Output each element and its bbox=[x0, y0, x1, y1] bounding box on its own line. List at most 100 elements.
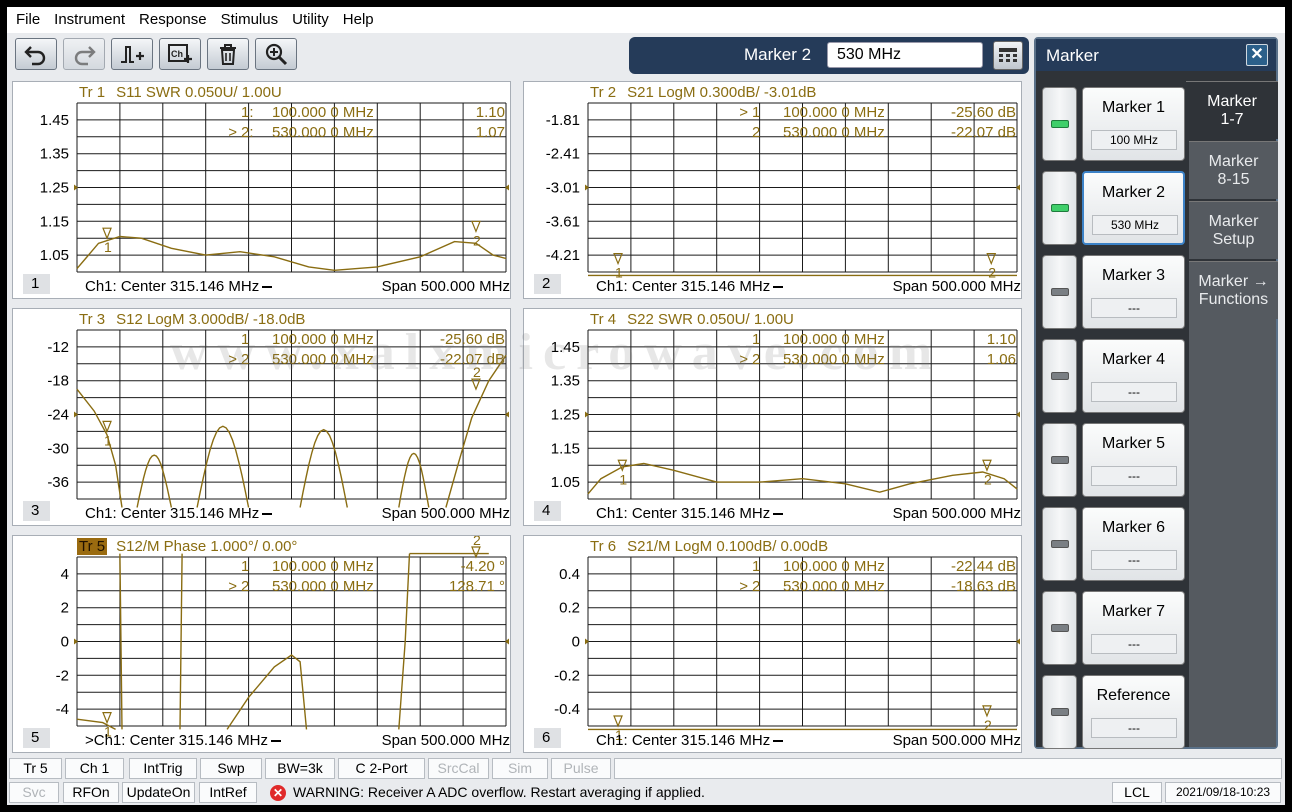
trace-window-6[interactable]: 0.4 0.2 0 -0.2 -0.4 1 2 1 100.000 0 MHz -22.44 dB… bbox=[523, 535, 1022, 753]
trace-plot-5[interactable]: 420-2-4121 100.000 0 MHz -4.20 °> 2 530.000 … bbox=[13, 536, 511, 753]
trace-name[interactable]: Tr 5 bbox=[77, 538, 108, 555]
trace-name[interactable]: Tr 2 bbox=[588, 84, 618, 101]
delete-button[interactable] bbox=[207, 38, 249, 70]
trace-number[interactable]: 5 bbox=[23, 728, 50, 748]
plot-marker-1[interactable]: 1 bbox=[613, 252, 623, 281]
marker-tab-3[interactable]: Marker Setup bbox=[1189, 201, 1278, 259]
status-cell[interactable]: SrcCal bbox=[428, 758, 489, 779]
center-frequency[interactable]: >Ch1: Center 315.146 MHz bbox=[85, 732, 282, 749]
marker-toggle-1[interactable] bbox=[1042, 87, 1077, 161]
menu-file[interactable]: File bbox=[9, 7, 47, 33]
trace-title[interactable]: Tr 3 S12 LogM 3.000dB/ -18.0dB bbox=[77, 311, 305, 328]
keypad-button[interactable] bbox=[993, 41, 1023, 70]
menu-help[interactable]: Help bbox=[336, 7, 381, 33]
trace-name[interactable]: Tr 6 bbox=[588, 538, 618, 555]
center-frequency[interactable]: Ch1: Center 315.146 MHz bbox=[85, 505, 273, 522]
trace-name[interactable]: Tr 1 bbox=[77, 84, 107, 101]
marker-tab-2[interactable]: Marker 8-15 bbox=[1189, 141, 1278, 199]
trace-plot-4[interactable]: 1.45 1.35 1.25 1.15 1.05 1 2 1 100.000 0 MHz 1.10… bbox=[524, 309, 1022, 526]
status-cell[interactable]: IntRef bbox=[199, 782, 257, 803]
marker-button-3[interactable]: Marker 3 --- bbox=[1082, 255, 1185, 329]
trace-plot-3[interactable]: -12 -18 -24 -30 -36 1 2 1 100.000 0 MHz -25.60 dB… bbox=[13, 309, 511, 526]
status-cell[interactable]: Svc bbox=[9, 782, 59, 803]
trace-number[interactable]: 1 bbox=[23, 274, 50, 294]
marker-toggle-5[interactable] bbox=[1042, 423, 1077, 497]
status-cell[interactable]: Swp bbox=[200, 758, 262, 779]
center-frequency[interactable]: Ch1: Center 315.146 MHz bbox=[85, 278, 273, 295]
trace-title[interactable]: Tr 2 S21 LogM 0.300dB/ -3.01dB bbox=[588, 84, 816, 101]
marker-button-7[interactable]: Marker 7 --- bbox=[1082, 591, 1185, 665]
marker-toggle-7[interactable] bbox=[1042, 591, 1077, 665]
status-cell[interactable]: UpdateOn bbox=[122, 782, 195, 803]
menu-utility[interactable]: Utility bbox=[285, 7, 336, 33]
plot-marker-1[interactable]: 1 bbox=[102, 420, 112, 448]
trace-window-4[interactable]: 1.45 1.35 1.25 1.15 1.05 1 2 1 100.000 0 MHz 1.10… bbox=[523, 308, 1022, 526]
zoom-button[interactable] bbox=[255, 38, 297, 70]
span-frequency[interactable]: Span 500.000 MHz bbox=[893, 732, 1021, 749]
marker-button-4[interactable]: Marker 4 --- bbox=[1082, 339, 1185, 413]
trace-name[interactable]: Tr 4 bbox=[588, 311, 618, 328]
status-cell[interactable]: RFOn bbox=[63, 782, 119, 803]
menu-response[interactable]: Response bbox=[132, 7, 214, 33]
trace-number[interactable]: 2 bbox=[534, 274, 561, 294]
lcl-indicator[interactable]: LCL bbox=[1112, 782, 1162, 803]
redo-button[interactable] bbox=[63, 38, 105, 70]
plot-marker-2[interactable]: 2 bbox=[982, 459, 992, 487]
plot-marker-2[interactable]: 2 bbox=[986, 252, 996, 281]
marker-button-value: --- bbox=[1091, 718, 1177, 738]
status-cell[interactable]: Ch 1 bbox=[65, 758, 124, 779]
marker-button-1[interactable]: Marker 1 100 MHz bbox=[1082, 87, 1185, 161]
marker-button-2[interactable]: Marker 2 530 MHz bbox=[1082, 171, 1185, 245]
span-frequency[interactable]: Span 500.000 MHz bbox=[382, 278, 510, 295]
trace-title[interactable]: Tr 5 S12/M Phase 1.000°/ 0.00° bbox=[77, 538, 297, 555]
status-cell[interactable]: C 2-Port bbox=[338, 758, 425, 779]
plot-marker-1[interactable]: 1 bbox=[102, 227, 112, 255]
marker-toggle-6[interactable] bbox=[1042, 507, 1077, 581]
close-button[interactable]: ✕ bbox=[1246, 44, 1268, 66]
undo-button[interactable] bbox=[15, 38, 57, 70]
span-frequency[interactable]: Span 500.000 MHz bbox=[382, 732, 510, 749]
status-cell[interactable]: IntTrig bbox=[129, 758, 197, 779]
marker-tab-1[interactable]: Marker 1-7 bbox=[1186, 81, 1278, 139]
plot-marker-1[interactable]: 1 bbox=[617, 459, 627, 487]
entry-value-input[interactable]: 530 MHz bbox=[827, 42, 983, 68]
marker-button-5[interactable]: Marker 5 --- bbox=[1082, 423, 1185, 497]
trace-title[interactable]: Tr 1 S11 SWR 0.050U/ 1.00U bbox=[77, 84, 282, 101]
trace-window-2[interactable]: -1.81 -2.41 -3.01 -3.61 -4.21 1 2 >1 100.000 0 M… bbox=[523, 81, 1022, 299]
trace-window-1[interactable]: 1.45 1.35 1.25 1.15 1.05 1 2 1: 100.000 0 MHz 1.1… bbox=[12, 81, 511, 299]
marker-toggle-8[interactable] bbox=[1042, 675, 1077, 749]
trace-number[interactable]: 6 bbox=[534, 728, 561, 748]
trace-window-3[interactable]: -12 -18 -24 -30 -36 1 2 1 100.000 0 MHz -25.60 dB… bbox=[12, 308, 511, 526]
marker-toggle-2[interactable] bbox=[1042, 171, 1077, 245]
plot-marker-2[interactable]: 2 bbox=[471, 220, 481, 248]
status-cell[interactable]: Pulse bbox=[551, 758, 611, 779]
center-frequency[interactable]: Ch1: Center 315.146 MHz bbox=[596, 732, 784, 749]
center-frequency[interactable]: Ch1: Center 315.146 MHz bbox=[596, 505, 784, 522]
marker-tab-4[interactable]: Marker → Functions bbox=[1189, 261, 1278, 319]
trace-title[interactable]: Tr 6 S21/M LogM 0.100dB/ 0.00dB bbox=[588, 538, 828, 555]
marker-button-8[interactable]: Reference --- bbox=[1082, 675, 1185, 749]
trace-window-5[interactable]: 4 2 0 -2 -4 1 2 1 100.000 0 MHz -4.20 ° >2 530.000 … bbox=[12, 535, 511, 753]
trace-plot-6[interactable]: 0.40.20-0.2-0.4121 100.000 0 MHz -22.44 dB… bbox=[524, 536, 1022, 753]
add-channel-button[interactable]: Ch bbox=[159, 38, 201, 70]
center-frequency[interactable]: Ch1: Center 315.146 MHz bbox=[596, 278, 784, 295]
span-frequency[interactable]: Span 500.000 MHz bbox=[893, 505, 1021, 522]
status-cell[interactable]: Tr 5 bbox=[9, 758, 62, 779]
menu-instrument[interactable]: Instrument bbox=[47, 7, 132, 33]
add-marker-button[interactable] bbox=[111, 38, 153, 70]
status-cell[interactable]: BW=3k bbox=[265, 758, 335, 779]
span-frequency[interactable]: Span 500.000 MHz bbox=[893, 278, 1021, 295]
plot-marker-2[interactable]: 2 bbox=[982, 705, 992, 733]
trace-title[interactable]: Tr 4 S22 SWR 0.050U/ 1.00U bbox=[588, 311, 794, 328]
marker-button-6[interactable]: Marker 6 --- bbox=[1082, 507, 1185, 581]
menu-stimulus[interactable]: Stimulus bbox=[214, 7, 286, 33]
trace-plot-1[interactable]: 1.45 1.35 1.25 1.15 1.05 1 2 1: 100.000 0 MHz 1.1… bbox=[13, 82, 511, 299]
trace-plot-2[interactable]: -1.81-2.41-3.01-3.61-4.211 2> 1 100.000 0 M… bbox=[524, 82, 1022, 299]
trace-number[interactable]: 4 bbox=[534, 501, 561, 521]
trace-number[interactable]: 3 bbox=[23, 501, 50, 521]
span-frequency[interactable]: Span 500.000 MHz bbox=[382, 505, 510, 522]
trace-name[interactable]: Tr 3 bbox=[77, 311, 107, 328]
marker-toggle-3[interactable] bbox=[1042, 255, 1077, 329]
marker-toggle-4[interactable] bbox=[1042, 339, 1077, 413]
status-cell[interactable]: Sim bbox=[492, 758, 548, 779]
